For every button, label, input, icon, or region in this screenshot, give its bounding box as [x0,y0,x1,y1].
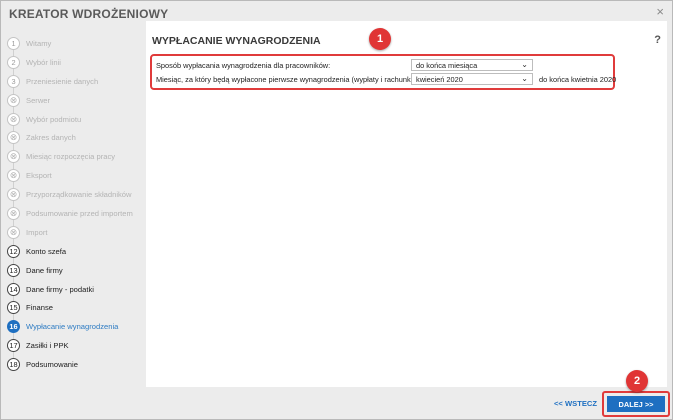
step-label: Przyporządkowanie składników [26,190,132,200]
step-label: Konto szefa [26,246,67,256]
back-button[interactable]: << WSTECZ [554,399,597,408]
step-item[interactable]: ⊗ Podsumowanie przed importem [7,204,147,223]
chevron-down-icon: ⌄ [521,74,528,83]
skipped-step-icon: ⊗ [7,131,20,145]
main-panel: WYPŁACANIE WYNAGRODZENIA ? Sposób wypłac… [146,21,667,387]
annotation-badge-1: 1 [369,28,391,50]
payment-method-value: do końca miesiąca [416,60,478,70]
step-label: Podsumowanie przed importem [26,208,133,218]
help-icon[interactable]: ? [654,34,661,46]
step-item[interactable]: ⊗ Zakres danych [7,128,147,147]
step-label: Podsumowanie [26,360,78,370]
step-number: 2 [7,55,20,69]
step-label: Miesiąc rozpoczęcia pracy [26,152,116,162]
first-payment-month-select[interactable]: kwiecień 2020 ⌄ [411,73,533,85]
step-item[interactable]: 16 Wypłacanie wynagrodzenia [7,317,147,336]
step-item[interactable]: ⊗ Przyporządkowanie składników [7,185,147,204]
step-number: 1 [7,36,20,50]
skipped-step-icon: ⊗ [7,150,20,164]
step-item[interactable]: 1 Witamy [7,34,147,53]
first-payment-month-label: Miesiąc, za który będą wypłacone pierwsz… [156,74,417,84]
step-label: Dane firmy - podatki [26,284,94,294]
step-item[interactable]: 15 Finanse [7,298,147,317]
annotation-badge-2: 2 [626,370,648,392]
step-label: Wybór podmiotu [26,114,82,124]
step-label: Dane firmy [26,265,63,275]
page-title: WYPŁACANIE WYNAGRODZENIA [152,35,321,47]
step-number: 18 [7,358,20,372]
skipped-step-icon: ⊗ [7,93,20,107]
next-button-highlight: DALEJ >> [602,391,670,417]
step-number: 12 [7,244,20,258]
step-label: Finanse [26,303,54,313]
step-item[interactable]: ⊗ Eksport [7,166,147,185]
close-icon[interactable]: × [656,4,664,19]
step-number: 17 [7,339,20,353]
skipped-step-icon: ⊗ [7,206,20,220]
step-label: Eksport [26,171,52,181]
step-item[interactable]: 18 Podsumowanie [7,355,147,374]
step-item[interactable]: 14 Dane firmy - podatki [7,280,147,299]
step-item[interactable]: 17 Zasiłki i PPK [7,336,147,355]
step-label: Zasiłki i PPK [26,341,69,351]
steps-connector-line [13,41,14,363]
payment-method-row: Sposób wypłacania wynagrodzenia dla prac… [156,59,533,71]
step-number: 13 [7,263,20,277]
next-button[interactable]: DALEJ >> [607,396,665,412]
step-number: 3 [7,74,20,88]
step-item[interactable]: ⊗ Wybór podmiotu [7,110,147,129]
step-label: Zakres danych [26,133,76,143]
step-item[interactable]: 3 Przeniesienie danych [7,72,147,91]
app-title: KREATOR WDROŻENIOWY [9,7,169,21]
chevron-down-icon: ⌄ [521,60,528,69]
step-item[interactable]: ⊗ Import [7,223,147,242]
skipped-step-icon: ⊗ [7,112,20,126]
step-label: Serwer [26,95,51,105]
payment-method-select[interactable]: do końca miesiąca ⌄ [411,59,533,71]
step-label: Witamy [26,38,52,48]
step-label: Przeniesienie danych [26,76,99,86]
step-number: 16 [7,320,20,334]
payment-deadline-text: do końca kwietnia 2020 [539,74,617,84]
step-item[interactable]: ⊗ Miesiąc rozpoczęcia pracy [7,147,147,166]
step-item[interactable]: ⊗ Serwer [7,91,147,110]
skipped-step-icon: ⊗ [7,188,20,202]
step-number: 14 [7,282,20,296]
skipped-step-icon: ⊗ [7,169,20,183]
step-item[interactable]: 12 Konto szefa [7,242,147,261]
step-label: Wypłacanie wynagrodzenia [26,322,119,332]
step-item[interactable]: 13 Dane firmy [7,261,147,280]
step-item[interactable]: 2 Wybór linii [7,53,147,72]
wizard-window: KREATOR WDROŻENIOWY × 1 Witamy 2 Wybór lini… [0,0,673,420]
payment-method-label: Sposób wypłacania wynagrodzenia dla prac… [156,60,331,70]
step-number: 15 [7,301,20,315]
wizard-steps-list: 1 Witamy 2 Wybór linii 3 Przeniesienie danych… [7,34,147,374]
skipped-step-icon: ⊗ [7,225,20,239]
first-payment-month-row: Miesiąc, za który będą wypłacone pierwsz… [156,73,616,85]
step-label: Import [26,227,48,237]
first-payment-month-value: kwiecień 2020 [416,74,463,84]
step-label: Wybór linii [26,57,61,67]
